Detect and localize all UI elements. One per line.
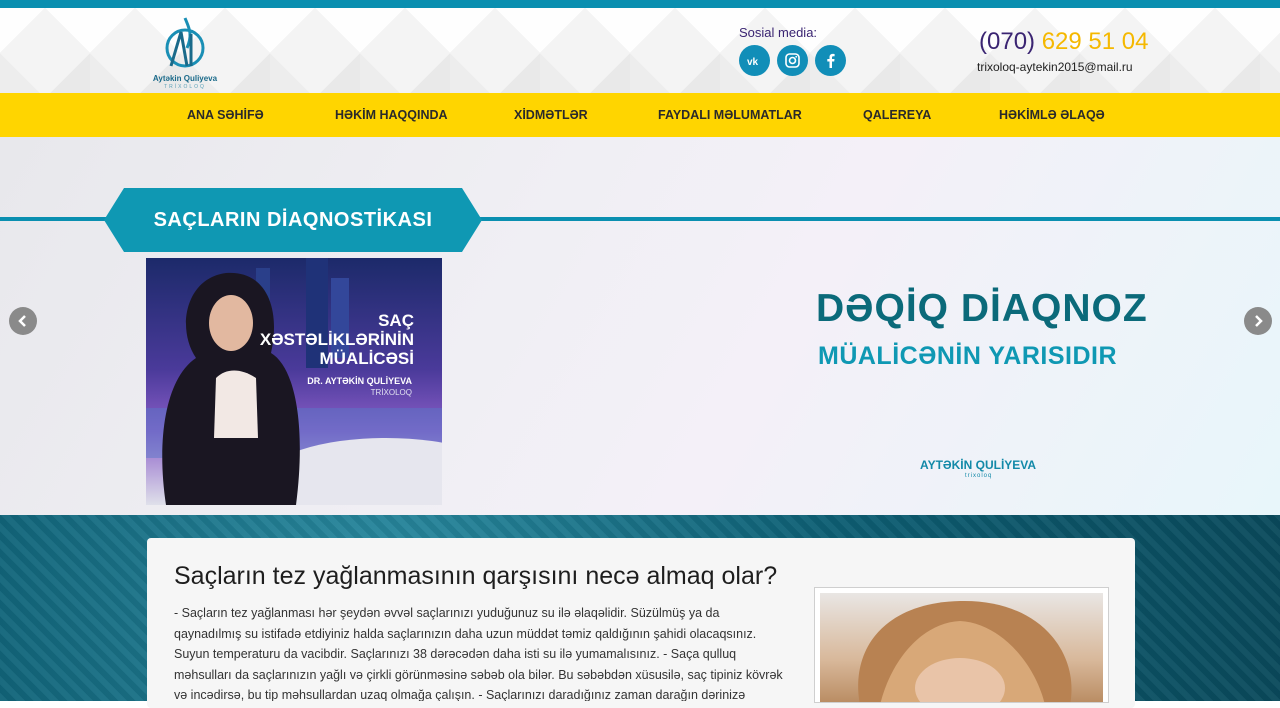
nav-item-services[interactable]: XİDMƏTLƏR [514,93,588,137]
slide-brand-subtitle: trixoloq [965,473,993,479]
article-body: - Saçların tez yağlanması hər şeydən əvv… [174,606,783,701]
top-accent-bar [0,0,1280,8]
slider-next-button[interactable] [1244,307,1272,335]
chevron-right-icon [1255,315,1263,327]
poster-line2: XƏSTƏLİKLƏRİNİN [259,330,414,349]
poster-doctor: DR. AYTƏKİN QULİYEVA [307,376,412,386]
article-image-photo [820,593,1103,702]
facebook-button[interactable] [815,45,846,76]
instagram-icon [785,53,800,68]
instagram-button[interactable] [777,45,808,76]
poster-line1: SAÇ [378,311,414,330]
logo-subtitle: TRİXOLOQ [164,84,206,90]
phone-code: (070) [979,28,1036,55]
nav-item-about-doctor[interactable]: HƏKİM HAQQINDA [335,93,448,137]
slide-subheadline: MÜALİCƏNİN YARISIDIR [818,342,1118,370]
site-logo[interactable]: Aytəkin Quliyeva TRİXOLOQ [147,14,223,92]
nav-item-home[interactable]: ANA SƏHİFƏ [187,93,264,137]
social-media-label: Sosial media: [739,25,818,40]
vk-button[interactable]: vk [739,45,770,76]
svg-text:vk: vk [747,57,759,66]
hero-slider: SAÇLARIN DİAQNOSTİKASI SAÇ XƏSTƏLİKLƏRİN… [0,137,1280,515]
vk-icon: vk [747,57,759,66]
article-title[interactable]: Saçların tez yağlanmasının qarşısını nec… [174,562,777,591]
nav-item-contact[interactable]: HƏKİMLƏ ƏLAQƏ [999,93,1105,137]
poster-role: TRİXOLOQ [370,388,412,397]
email-link[interactable]: trixoloq-aytekin2015@mail.ru [977,60,1133,74]
main-navigation: ANA SƏHİFƏ HƏKİM HAQQINDA XİDMƏTLƏR FAYD… [0,93,1280,138]
article-image[interactable] [814,587,1109,703]
logo-name: Aytəkin Quliyeva [152,74,218,83]
slide-brand: AYTƏKİN QULİYEVA [920,458,1037,472]
poster-line3: MÜALİCƏSİ [319,349,414,368]
phone-digits: 629 51 04 [1041,28,1149,55]
slide-banner-title: SAÇLARIN DİAQNOSTİKASI [153,209,433,231]
chevron-left-icon [18,315,26,327]
nav-item-gallery[interactable]: QALEREYA [863,93,931,137]
phone-number[interactable]: (070) 629 51 04 [979,28,1148,56]
logo-mark-icon [165,17,205,68]
nav-item-useful-info[interactable]: FAYDALI MƏLUMATLAR [658,93,802,137]
slide-headline: DƏQİQ DİAQNOZ [816,287,1148,330]
facebook-icon [826,53,835,68]
hair-photo-illustration [858,600,1072,702]
slide-poster-image: SAÇ XƏSTƏLİKLƏRİNİN MÜALİCƏSİ DR. AYTƏKİ… [146,258,442,505]
slider-prev-button[interactable] [9,307,37,335]
site-header: Aytəkin Quliyeva TRİXOLOQ Sosial media: … [0,8,1280,93]
